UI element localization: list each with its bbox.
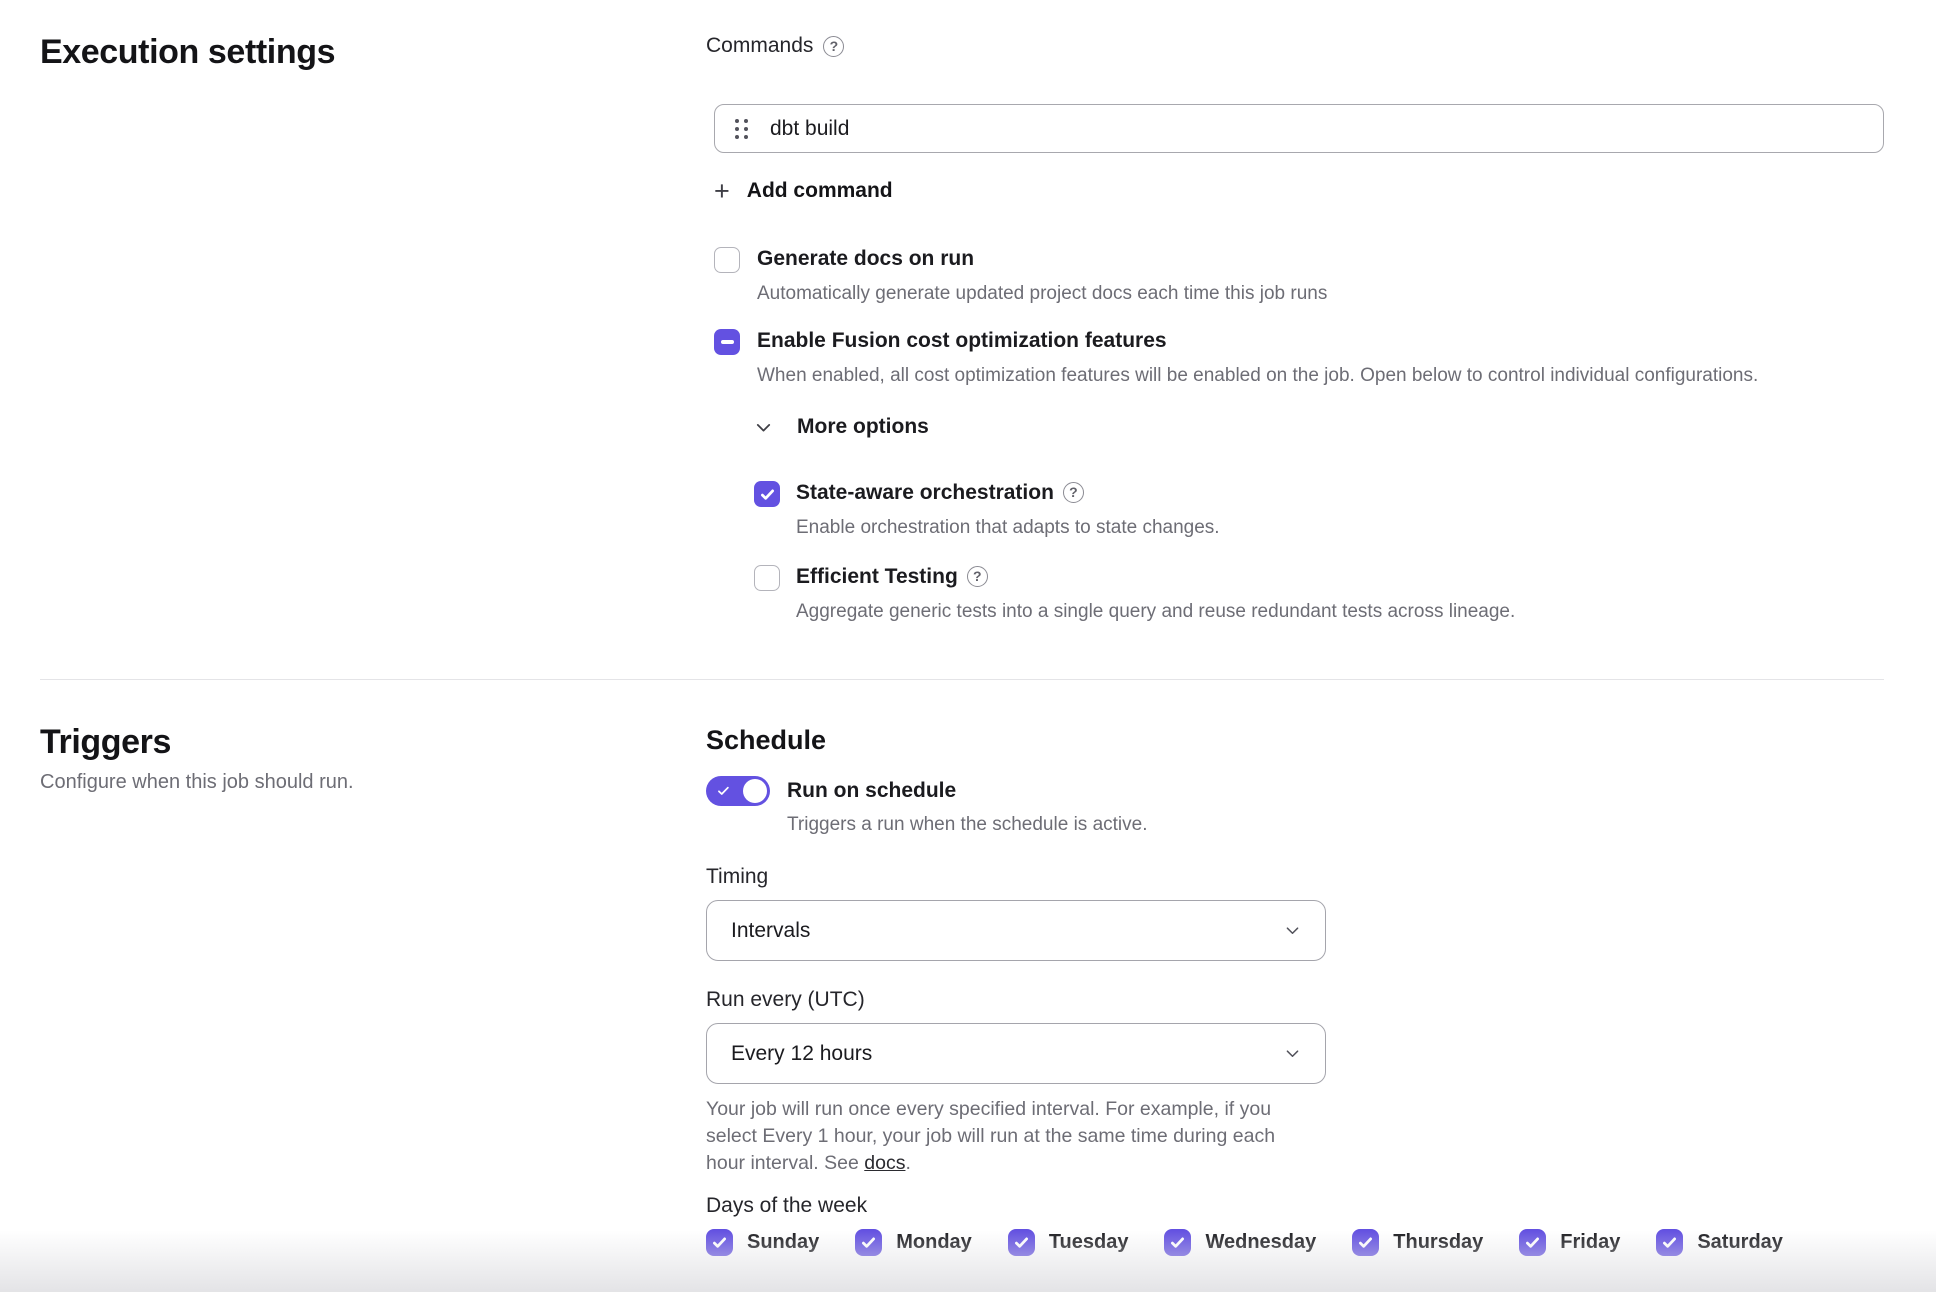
days-of-week-row: Sunday Monday Tuesday bbox=[706, 1229, 1884, 1256]
execution-settings-title: Execution settings bbox=[40, 34, 706, 70]
drag-handle-icon[interactable] bbox=[735, 119, 748, 139]
run-on-schedule-label: Run on schedule bbox=[787, 776, 1147, 806]
saturday-checkbox[interactable] bbox=[1656, 1229, 1683, 1256]
fusion-optimization-description: When enabled, all cost optimization feat… bbox=[757, 363, 1758, 389]
state-aware-checkbox[interactable] bbox=[754, 481, 780, 507]
day-item-friday: Friday bbox=[1519, 1229, 1620, 1256]
timing-label: Timing bbox=[706, 864, 1884, 890]
generate-docs-label: Generate docs on run bbox=[757, 245, 974, 273]
check-icon bbox=[860, 1234, 877, 1251]
fusion-optimization-row: Enable Fusion cost optimization features… bbox=[714, 327, 1884, 389]
execution-settings-section: Execution settings Commands ? dbt build … bbox=[0, 0, 1936, 625]
command-input[interactable]: dbt build bbox=[714, 104, 1884, 153]
more-options-expander[interactable]: More options bbox=[714, 413, 1884, 441]
timing-select-value: Intervals bbox=[731, 919, 810, 943]
execution-settings-content: Commands ? dbt build + Add command Gener… bbox=[706, 34, 1884, 625]
run-on-schedule-row: Run on schedule Triggers a run when the … bbox=[706, 776, 1884, 838]
day-item-thursday: Thursday bbox=[1352, 1229, 1483, 1256]
generate-docs-description: Automatically generate updated project d… bbox=[757, 281, 1327, 307]
monday-checkbox[interactable] bbox=[855, 1229, 882, 1256]
triggers-title: Triggers bbox=[40, 724, 706, 760]
efficient-testing-row: Efficient Testing ? Aggregate generic te… bbox=[754, 563, 1884, 625]
check-icon bbox=[1169, 1234, 1186, 1251]
days-of-week-label: Days of the week bbox=[706, 1193, 1884, 1219]
sunday-checkbox[interactable] bbox=[706, 1229, 733, 1256]
day-item-wednesday: Wednesday bbox=[1164, 1229, 1316, 1256]
interval-help-text: Your job will run once every specified i… bbox=[706, 1096, 1312, 1177]
friday-checkbox[interactable] bbox=[1519, 1229, 1546, 1256]
command-value[interactable]: dbt build bbox=[770, 117, 849, 141]
fusion-optimization-label: Enable Fusion cost optimization features bbox=[757, 327, 1167, 355]
job-settings-page: Execution settings Commands ? dbt build … bbox=[0, 0, 1936, 1292]
state-aware-row: State-aware orchestration ? Enable orche… bbox=[754, 479, 1884, 541]
generate-docs-checkbox[interactable] bbox=[714, 247, 740, 273]
commands-help-icon[interactable]: ? bbox=[823, 36, 844, 57]
more-options-panel: State-aware orchestration ? Enable orche… bbox=[706, 479, 1884, 625]
day-label: Wednesday bbox=[1205, 1231, 1316, 1254]
run-on-schedule-toggle[interactable] bbox=[706, 776, 770, 806]
efficient-testing-help-icon[interactable]: ? bbox=[967, 566, 988, 587]
schedule-content: Schedule Run on schedule Triggers a run … bbox=[706, 724, 1884, 1256]
run-every-select-value: Every 12 hours bbox=[731, 1042, 872, 1066]
day-label: Monday bbox=[896, 1231, 972, 1254]
check-icon bbox=[1661, 1234, 1678, 1251]
triggers-section: Triggers Configure when this job should … bbox=[0, 680, 1936, 1256]
run-every-label: Run every (UTC) bbox=[706, 987, 1884, 1013]
timing-select[interactable]: Intervals bbox=[706, 900, 1326, 961]
tuesday-checkbox[interactable] bbox=[1008, 1229, 1035, 1256]
more-options-label: More options bbox=[797, 415, 929, 439]
docs-link[interactable]: docs bbox=[864, 1152, 905, 1174]
efficient-testing-description: Aggregate generic tests into a single qu… bbox=[796, 599, 1515, 625]
commands-label: Commands bbox=[706, 34, 813, 58]
generate-docs-row: Generate docs on run Automatically gener… bbox=[714, 245, 1884, 307]
day-item-sunday: Sunday bbox=[706, 1229, 819, 1256]
state-aware-description: Enable orchestration that adapts to stat… bbox=[796, 515, 1220, 541]
triggers-subtitle: Configure when this job should run. bbox=[40, 770, 706, 794]
schedule-title: Schedule bbox=[706, 724, 1884, 756]
state-aware-label: State-aware orchestration bbox=[796, 479, 1054, 507]
run-every-select[interactable]: Every 12 hours bbox=[706, 1023, 1326, 1084]
fusion-optimization-checkbox[interactable] bbox=[714, 329, 740, 355]
check-icon bbox=[1357, 1234, 1374, 1251]
chevron-down-icon bbox=[1284, 922, 1301, 939]
commands-label-row: Commands ? bbox=[706, 34, 1884, 58]
execution-settings-left: Execution settings bbox=[40, 34, 706, 625]
add-command-label: Add command bbox=[747, 179, 893, 203]
toggle-knob bbox=[743, 779, 767, 803]
efficient-testing-checkbox[interactable] bbox=[754, 565, 780, 591]
plus-icon: + bbox=[714, 179, 730, 203]
day-item-tuesday: Tuesday bbox=[1008, 1229, 1129, 1256]
day-label: Friday bbox=[1560, 1231, 1620, 1254]
chevron-down-icon bbox=[1284, 1045, 1301, 1062]
day-item-monday: Monday bbox=[855, 1229, 972, 1256]
toggle-check-icon bbox=[716, 784, 731, 798]
day-label: Sunday bbox=[747, 1231, 819, 1254]
thursday-checkbox[interactable] bbox=[1352, 1229, 1379, 1256]
indeterminate-minus-icon bbox=[721, 340, 734, 344]
day-item-saturday: Saturday bbox=[1656, 1229, 1783, 1256]
wednesday-checkbox[interactable] bbox=[1164, 1229, 1191, 1256]
day-label: Tuesday bbox=[1049, 1231, 1129, 1254]
state-aware-help-icon[interactable]: ? bbox=[1063, 482, 1084, 503]
check-icon bbox=[711, 1234, 728, 1251]
check-icon bbox=[1013, 1234, 1030, 1251]
run-on-schedule-description: Triggers a run when the schedule is acti… bbox=[787, 812, 1147, 838]
day-label: Thursday bbox=[1393, 1231, 1483, 1254]
check-icon bbox=[759, 486, 776, 503]
triggers-left: Triggers Configure when this job should … bbox=[40, 724, 706, 1256]
add-command-button[interactable]: + Add command bbox=[714, 177, 893, 205]
chevron-down-icon bbox=[754, 418, 773, 437]
check-icon bbox=[1524, 1234, 1541, 1251]
efficient-testing-label: Efficient Testing bbox=[796, 563, 958, 591]
day-label: Saturday bbox=[1697, 1231, 1783, 1254]
